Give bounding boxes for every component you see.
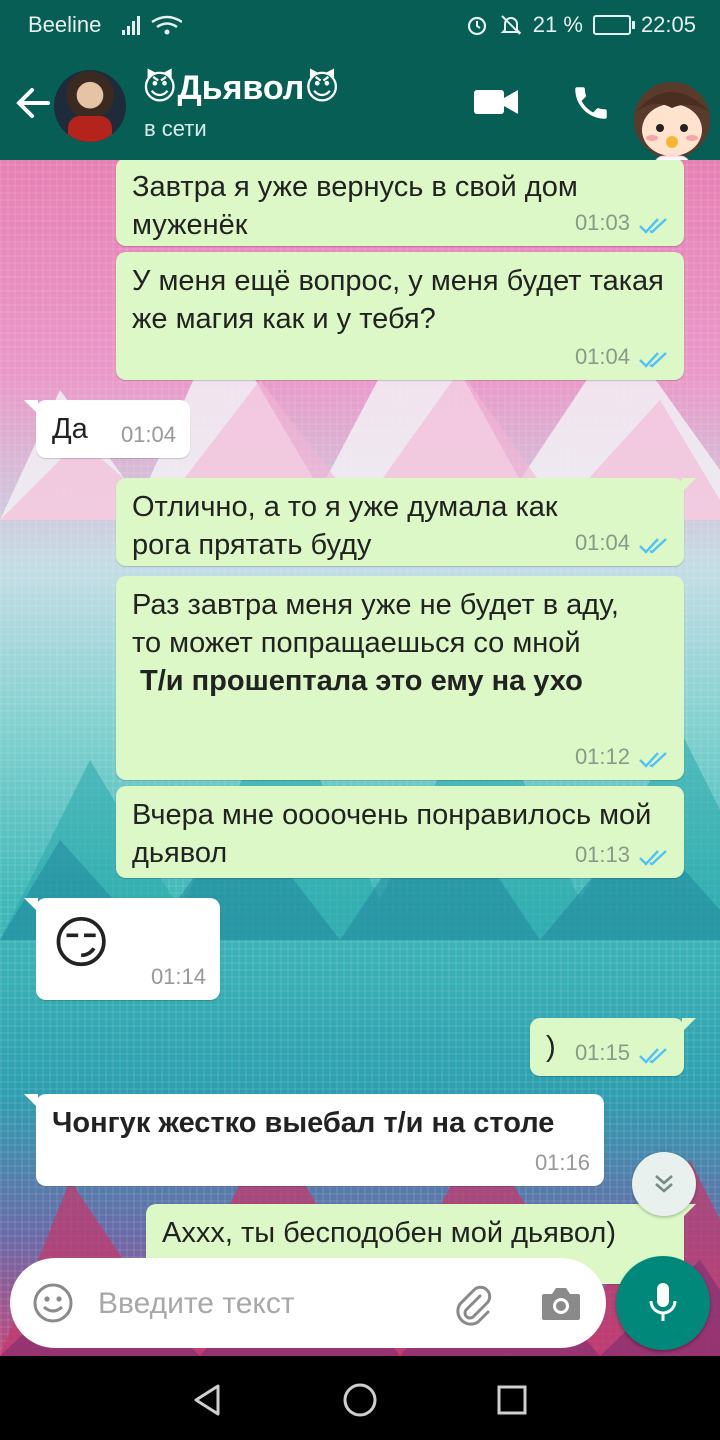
contact-status: в сети: [144, 116, 207, 141]
chat-header: 😈Дьявол😈 в сети: [0, 48, 720, 198]
message-time: 01:13: [574, 842, 630, 867]
double-check-read-icon: [639, 752, 667, 768]
double-check-read-icon: [639, 850, 667, 866]
message-text: Аххх, ты бесподобен мой дьявол): [162, 1217, 616, 1249]
bubble-tail: [24, 400, 38, 414]
double-check-read-icon: [639, 1048, 667, 1064]
message-bubble-outgoing[interactable]: ) 01:15: [530, 1018, 696, 1076]
message-bubble-outgoing[interactable]: Вчера мне оооочень понравилось мой дьяво…: [116, 786, 684, 878]
message-time: 01:14: [150, 964, 206, 989]
status-bar: Beeline 21 % 22:05: [0, 0, 720, 48]
chat-area[interactable]: Завтра я уже вернусь в свой дом муженёк …: [0, 160, 720, 1356]
message-text: Завтра я уже вернусь в свой дом муженёк: [132, 171, 578, 241]
message-bubble-incoming[interactable]: Чонгук жестко выебал т/и на столе 01:16: [24, 1094, 604, 1186]
double-check-read-icon: [639, 352, 667, 368]
message-bubble-incoming[interactable]: Да 01:04: [24, 400, 190, 458]
message-bubble-outgoing[interactable]: Раз завтра меня уже не будет в аду, то м…: [116, 576, 684, 780]
message-time: 01:04: [574, 344, 630, 369]
bubble-tail: [24, 898, 38, 912]
double-check-read-icon: [639, 218, 667, 234]
message-time: 01:16: [534, 1150, 590, 1175]
voice-record-button[interactable]: [616, 1256, 710, 1350]
message-text: Чонгук жестко выебал т/и на столе: [52, 1107, 555, 1139]
message-time: 01:04: [574, 530, 630, 555]
chevron-double-down-icon: [655, 1175, 673, 1193]
camera-icon[interactable]: [540, 1284, 582, 1322]
message-time: 01:15: [574, 1040, 630, 1065]
bubble-tail: [682, 1018, 696, 1032]
message-bubble-outgoing[interactable]: У меня ещё вопрос, у меня будет такая же…: [116, 252, 684, 380]
back-arrow-icon[interactable]: [14, 84, 52, 122]
bubble-tail: [24, 1094, 38, 1108]
message-time: 01:03: [574, 210, 630, 235]
message-text: Раз завтра меня уже не будет в аду, то м…: [132, 589, 619, 659]
message-text: У меня ещё вопрос, у меня будет такая же…: [132, 265, 664, 335]
nav-recents-icon[interactable]: [496, 1384, 528, 1416]
carrier-name: Beeline: [28, 12, 102, 37]
message-bubble-incoming[interactable]: 😏 01:14: [24, 898, 220, 1000]
mute-bell-icon: [500, 15, 522, 35]
system-nav-bar: [0, 1358, 720, 1440]
battery-icon: [592, 15, 635, 35]
avatar[interactable]: [54, 70, 126, 142]
video-call-icon[interactable]: [474, 86, 518, 118]
signal-wifi-icon: [122, 15, 182, 35]
message-action-text: Т/и прошептала это ему на ухо: [140, 665, 583, 697]
paperclip-icon[interactable]: [450, 1282, 494, 1326]
message-bubble-outgoing[interactable]: Завтра я уже вернусь в свой дом муженёк …: [116, 160, 684, 246]
message-time: 01:12: [574, 744, 630, 769]
emoji-icon[interactable]: [32, 1282, 74, 1324]
alarm-icon: [467, 16, 486, 36]
double-check-read-icon: [639, 538, 667, 554]
clock: 22:05: [640, 12, 696, 37]
message-text: Отлично, а то я уже думала как рога прят…: [132, 491, 558, 561]
contact-name[interactable]: 😈Дьявол😈: [142, 68, 340, 108]
battery-percent: 21 %: [532, 12, 583, 37]
message-bubble-outgoing[interactable]: Отлично, а то я уже думала как рога прят…: [116, 478, 696, 566]
nav-back-icon[interactable]: [190, 1382, 226, 1418]
message-composer: [10, 1258, 606, 1348]
bubble-tail: [682, 478, 696, 492]
message-time: 01:04: [120, 422, 176, 447]
phone-call-icon[interactable]: [570, 82, 612, 124]
message-input[interactable]: [96, 1280, 430, 1328]
microphone-icon: [649, 1283, 677, 1321]
nav-home-icon[interactable]: [342, 1382, 378, 1418]
scroll-to-bottom-button[interactable]: [632, 1152, 696, 1216]
